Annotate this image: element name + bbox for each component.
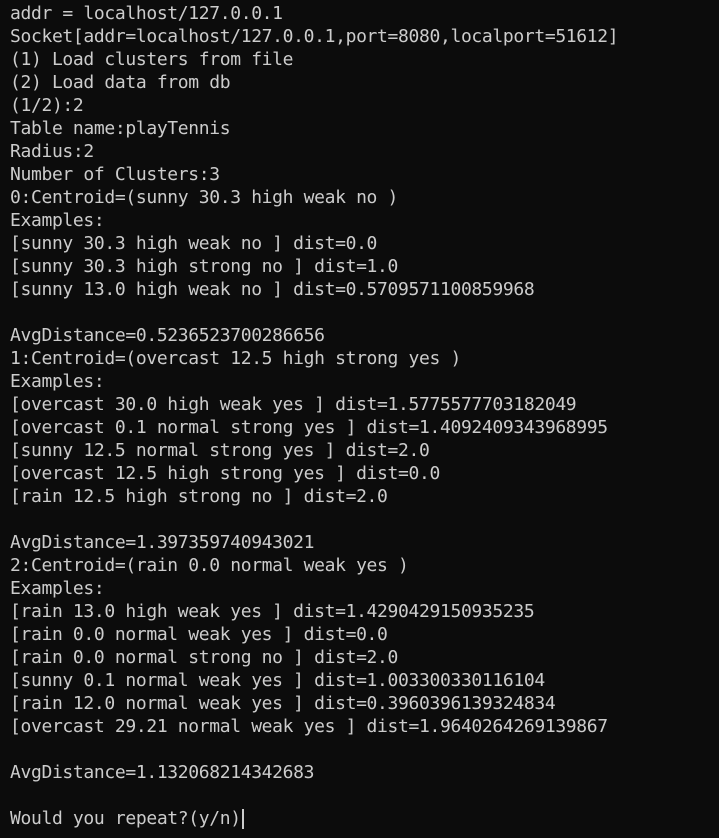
output-line: [rain 0.0 normal weak yes ] dist=0.0 xyxy=(10,624,388,645)
output-line: (1) Load clusters from file xyxy=(10,49,294,70)
input-prompt-line[interactable]: Would you repeat?(y/n) xyxy=(10,807,719,830)
output-line: Number of Clusters:3 xyxy=(10,164,220,185)
output-line: [rain 0.0 normal strong no ] dist=2.0 xyxy=(10,647,399,668)
output-line: [sunny 30.3 high strong no ] dist=1.0 xyxy=(10,256,399,277)
output-line: [overcast 12.5 high strong yes ] dist=0.… xyxy=(10,463,440,484)
output-line: Examples: xyxy=(10,578,105,599)
output-line: [overcast 0.1 normal strong yes ] dist=1… xyxy=(10,417,608,438)
output-line: [overcast 29.21 normal weak yes ] dist=1… xyxy=(10,716,608,737)
output-line: (2) Load data from db xyxy=(10,72,231,93)
output-line: AvgDistance=1.132068214342683 xyxy=(10,762,315,783)
output-line: addr = localhost/127.0.0.1 xyxy=(10,3,283,24)
terminal-output: addr = localhost/127.0.0.1 Socket[addr=l… xyxy=(10,2,719,807)
output-line: [sunny 13.0 high weak no ] dist=0.570957… xyxy=(10,279,535,300)
output-line: [sunny 0.1 normal weak yes ] dist=1.0033… xyxy=(10,670,545,691)
output-line: 2:Centroid=(rain 0.0 normal weak yes ) xyxy=(10,555,409,576)
output-line: Table name:playTennis xyxy=(10,118,231,139)
output-line: Examples: xyxy=(10,210,105,231)
output-line: Examples: xyxy=(10,371,105,392)
output-line: AvgDistance=1.397359740943021 xyxy=(10,532,315,553)
output-line: [rain 13.0 high weak yes ] dist=1.429042… xyxy=(10,601,535,622)
output-line: Socket[addr=localhost/127.0.0.1,port=808… xyxy=(10,26,619,47)
output-line: AvgDistance=0.5236523700286656 xyxy=(10,325,325,346)
output-line: Radius:2 xyxy=(10,141,94,162)
terminal-window[interactable]: addr = localhost/127.0.0.1 Socket[addr=l… xyxy=(0,0,719,838)
output-line: [sunny 12.5 normal strong yes ] dist=2.0 xyxy=(10,440,430,461)
text-cursor xyxy=(241,808,244,829)
output-line: 1:Centroid=(overcast 12.5 high strong ye… xyxy=(10,348,461,369)
prompt-text: Would you repeat?(y/n) xyxy=(10,808,241,829)
output-line: [rain 12.5 high strong no ] dist=2.0 xyxy=(10,486,388,507)
output-line: (1/2):2 xyxy=(10,95,84,116)
output-line: [rain 12.0 normal weak yes ] dist=0.3960… xyxy=(10,693,556,714)
output-line: [overcast 30.0 high weak yes ] dist=1.57… xyxy=(10,394,577,415)
output-line: [sunny 30.3 high weak no ] dist=0.0 xyxy=(10,233,378,254)
output-line: 0:Centroid=(sunny 30.3 high weak no ) xyxy=(10,187,399,208)
